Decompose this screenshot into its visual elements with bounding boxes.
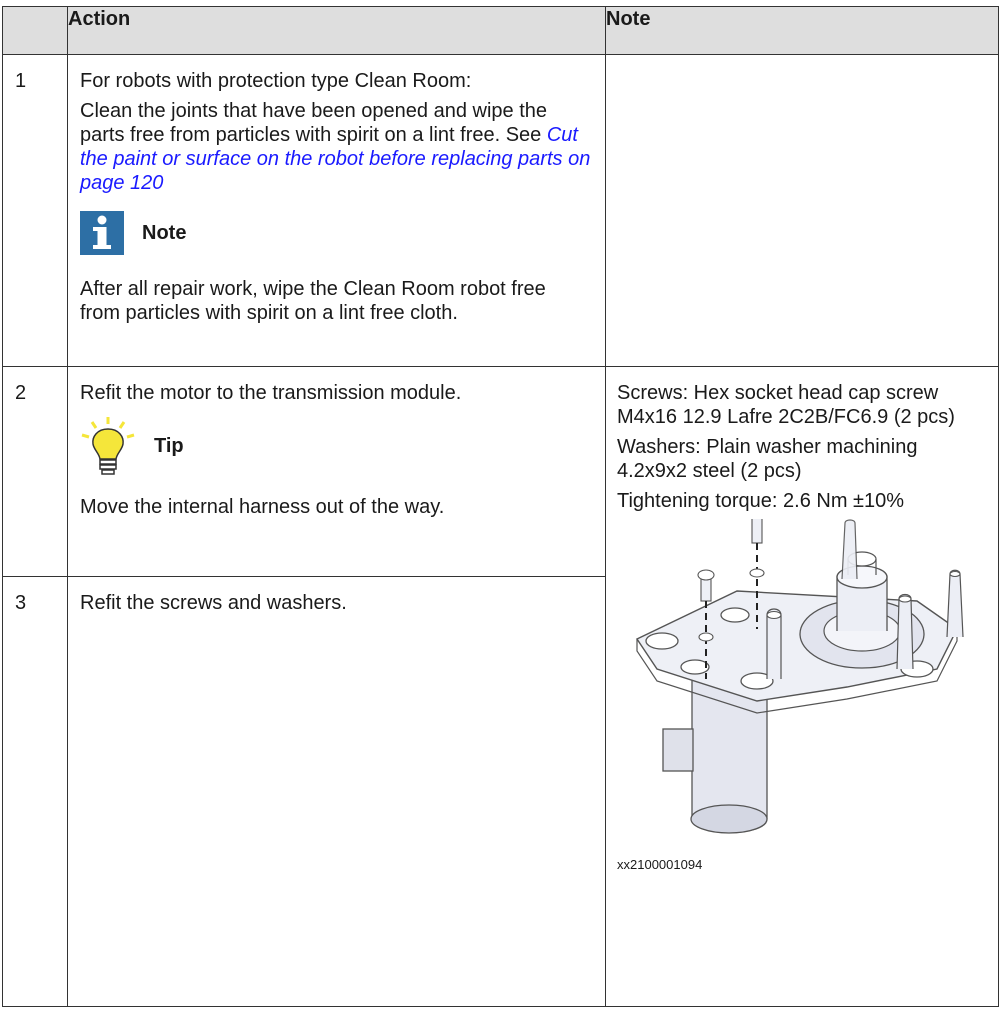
step-number: 2 xyxy=(2,366,68,577)
action-text: Clean the joints that have been opened a… xyxy=(80,99,591,195)
action-text: Refit the motor to the transmission modu… xyxy=(80,382,462,404)
tip-admonition: Tip xyxy=(80,415,591,477)
step-number: 3 xyxy=(2,576,68,1007)
header-number xyxy=(2,6,68,55)
step-number: 1 xyxy=(2,54,68,367)
table-row: 2 Refit the motor to the transmission mo… xyxy=(2,366,999,1007)
action-text: Refit the screws and washers. xyxy=(80,592,347,614)
info-note-icon xyxy=(80,211,124,255)
procedure-table: Action Note 1 For robots with protection… xyxy=(2,6,999,1007)
note-text: Screws: Hex socket head cap screw M4x16 … xyxy=(617,382,955,428)
admonition-title: Note xyxy=(142,222,187,244)
note-text: Washers: Plain washer machining 4.2x9x2 … xyxy=(617,436,918,482)
table-header-row: Action Note xyxy=(2,6,999,55)
action-text: After all repair work, wipe the Clean Ro… xyxy=(80,278,546,324)
step-note xyxy=(605,54,999,367)
image-caption: xx2100001094 xyxy=(617,857,703,872)
admonition-title: Tip xyxy=(154,435,184,457)
step-action: Refit the motor to the transmission modu… xyxy=(67,366,606,577)
action-text: Move the internal harness out of the way… xyxy=(80,496,445,518)
table-row: 1 For robots with protection type Clean … xyxy=(2,54,999,367)
motor-assembly-drawing xyxy=(635,519,964,834)
action-text-part: Clean the joints that have been opened a… xyxy=(80,100,548,146)
step-action: For robots with protection type Clean Ro… xyxy=(67,54,606,367)
action-text: For robots with protection type Clean Ro… xyxy=(80,70,472,92)
step-action: Refit the screws and washers. xyxy=(67,576,606,1007)
note-text: Tightening torque: 2.6 Nm ±10% xyxy=(617,490,905,512)
header-note: Note xyxy=(605,6,999,55)
header-action: Action xyxy=(67,6,606,55)
lightbulb-tip-icon xyxy=(80,415,136,477)
note-admonition: Note xyxy=(80,211,591,255)
step-note: Screws: Hex socket head cap screw M4x16 … xyxy=(605,366,999,1007)
